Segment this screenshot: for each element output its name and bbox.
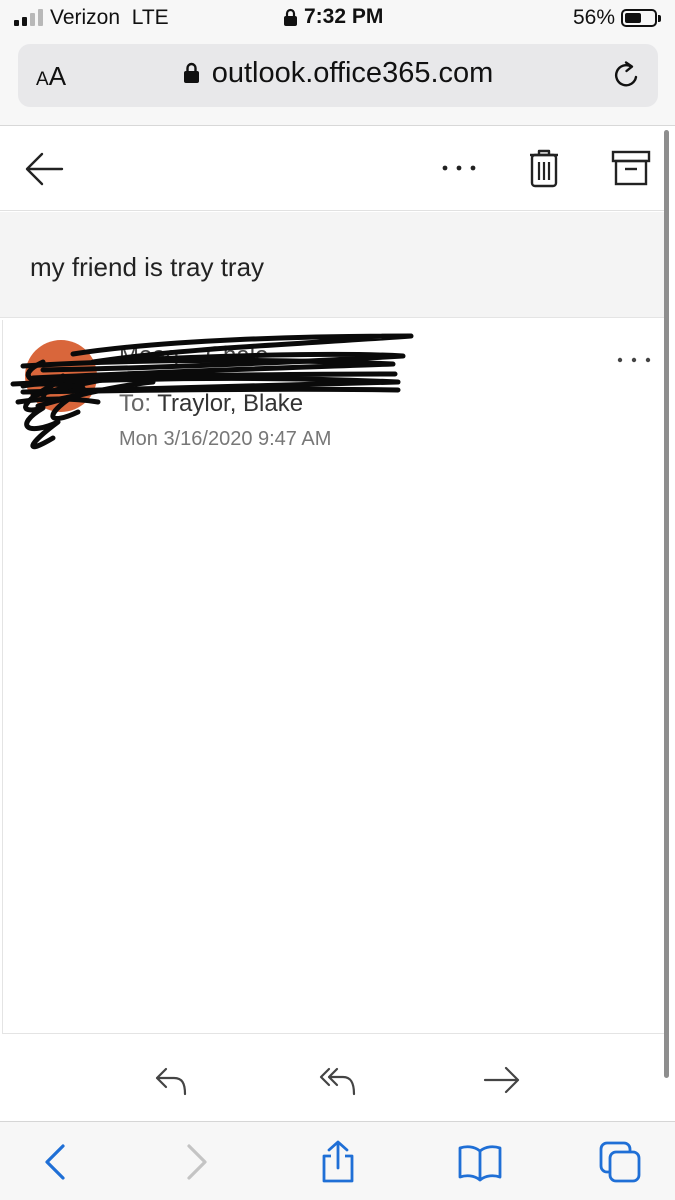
back-arrow-icon[interactable] [24,149,64,189]
email-date: Mon 3/16/2020 9:47 AM [119,428,332,450]
lock-icon [284,8,297,26]
lock-icon [183,62,199,83]
chevron-right-icon[interactable] [174,1140,218,1184]
forward-icon[interactable] [482,1063,522,1097]
mail-header-toolbar [0,127,666,211]
browser-toolbar [0,1121,675,1200]
browser-address-area: AA outlook.office365.com [0,36,675,126]
url-display[interactable]: outlook.office365.com [18,57,658,90]
clock: 7:32 PM [283,5,383,29]
status-bar: Verizon LTE 7:32 PM 56% [0,0,675,36]
tabs-icon[interactable] [598,1140,642,1184]
reply-icon[interactable] [152,1063,192,1097]
recipient-line: To: Traylor, Blake [119,390,304,417]
subject-bar: my friend is tray tray [0,212,666,318]
recipient-name[interactable]: Traylor, Blake [157,390,303,417]
reply-all-icon[interactable] [318,1063,358,1097]
battery-icon [621,9,661,27]
email-action-bar [0,1035,666,1121]
book-icon[interactable] [458,1140,502,1184]
trash-icon[interactable] [526,147,562,189]
email-subject: my friend is tray tray [30,252,265,282]
chevron-left-icon[interactable] [34,1140,78,1184]
more-horizontal-icon[interactable] [615,350,655,370]
carrier-label: Verizon LTE [50,6,169,29]
archive-icon[interactable] [610,149,652,187]
reload-icon[interactable] [610,58,644,92]
battery-percentage: 56% [573,6,616,29]
scroll-indicator[interactable] [664,130,669,1078]
more-horizontal-icon[interactable] [440,153,480,183]
share-icon[interactable] [316,1140,360,1184]
signal-strength-icon [14,9,43,26]
email-message: Meag... Chale To: Traylor, Blake Mon 3/1… [2,320,666,1034]
address-bar[interactable]: AA outlook.office365.com [18,44,658,107]
